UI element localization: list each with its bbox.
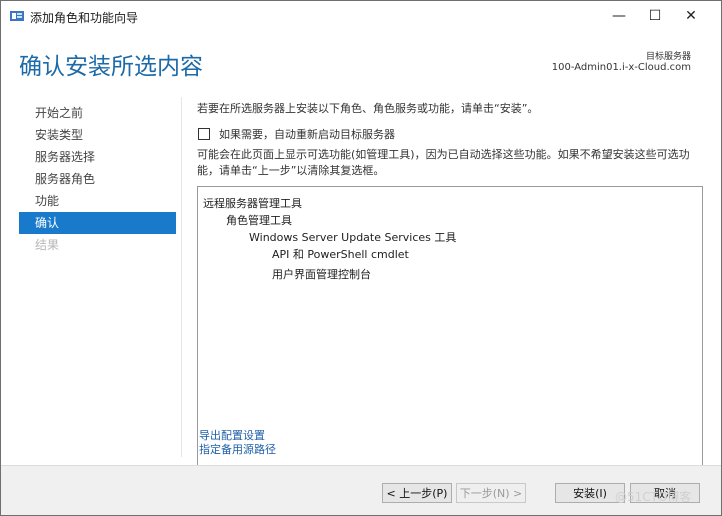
nav-divider xyxy=(181,97,182,457)
restart-checkbox[interactable] xyxy=(198,128,210,140)
alternate-source-link[interactable]: 指定备用源路径 xyxy=(199,441,276,457)
wizard-footer: < 上一步(P) 下一步(N) > 安装(I) 取消 xyxy=(1,466,721,515)
nav-item-server-selection[interactable]: 服务器选择 xyxy=(19,146,176,168)
nav-item-installation-type[interactable]: 安装类型 xyxy=(19,124,176,146)
wizard-header: 确认安装所选内容 目标服务器 100-Admin01.i-x-Cloud.com xyxy=(1,31,721,93)
page-title: 确认安装所选内容 xyxy=(19,54,203,80)
nav-item-before-you-begin[interactable]: 开始之前 xyxy=(19,102,176,124)
list-item: 用户界面管理控制台 xyxy=(272,268,371,281)
window-title: 添加角色和功能向导 xyxy=(30,11,139,25)
server-manager-icon xyxy=(10,11,24,21)
restart-option[interactable]: 如果需要，自动重新启动目标服务器 xyxy=(198,126,395,142)
list-item: 远程服务器管理工具 xyxy=(203,197,302,210)
minimize-button[interactable]: — xyxy=(601,1,637,31)
target-server-label: 目标服务器 xyxy=(645,52,691,62)
maximize-button[interactable]: ☐ xyxy=(637,1,673,31)
list-item: 角色管理工具 xyxy=(226,214,292,227)
nav-item-results: 结果 xyxy=(35,238,60,252)
restart-checkbox-label[interactable]: 如果需要，自动重新启动目标服务器 xyxy=(219,126,395,142)
optional-features-note: 可能会在此页面上显示可选功能(如管理工具)，因为已自动选择这些功能。如果不希望安… xyxy=(197,148,690,177)
title-bar[interactable]: 添加角色和功能向导 — ☐ ✕ xyxy=(1,1,721,31)
nav-item-confirmation[interactable]: 确认 xyxy=(19,212,176,234)
target-server-value: 100-Admin01.i-x-Cloud.com xyxy=(551,62,691,73)
close-button[interactable]: ✕ xyxy=(673,1,709,31)
wizard-window: 添加角色和功能向导 — ☐ ✕ 确认安装所选内容 目标服务器 100-Admin… xyxy=(0,0,722,516)
nav-item-features[interactable]: 功能 xyxy=(19,190,176,212)
next-button[interactable]: 下一步(N) > xyxy=(456,483,526,503)
watermark: @51CTO博客 xyxy=(615,490,692,504)
list-item: Windows Server Update Services 工具 xyxy=(249,231,457,244)
instruction-text: 若要在所选服务器上安装以下角色、角色服务或功能，请单击“安装”。 xyxy=(197,102,539,115)
wizard-nav: 开始之前 安装类型 服务器选择 服务器角色 功能 确认 结果 xyxy=(1,97,179,457)
previous-button[interactable]: < 上一步(P) xyxy=(382,483,452,503)
list-item: API 和 PowerShell cmdlet xyxy=(272,248,409,261)
nav-item-server-roles[interactable]: 服务器角色 xyxy=(19,168,176,190)
